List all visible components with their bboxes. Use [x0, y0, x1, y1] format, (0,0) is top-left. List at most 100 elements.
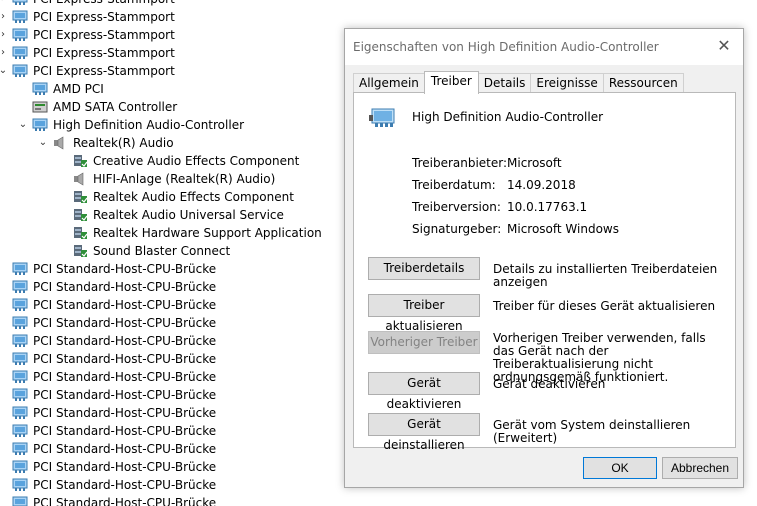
close-icon[interactable]: ✕	[711, 35, 737, 59]
tree-item-label: Realtek(R) Audio	[73, 136, 174, 150]
pci-icon	[12, 388, 28, 402]
tree-item-label: PCI Standard-Host-CPU-Brücke	[33, 262, 217, 276]
pci-icon	[12, 298, 28, 312]
tree-item[interactable]: › PCI Express-Stammport	[0, 0, 340, 8]
tree-item[interactable]: PCI Standard-Host-CPU-Brücke	[0, 422, 340, 440]
tree-item[interactable]: › PCI Express-Stammport	[0, 8, 340, 26]
driver-version-label: Treiberversion:	[412, 200, 501, 214]
tree-item[interactable]: › PCI Express-Stammport	[0, 44, 340, 62]
chevron-down-icon[interactable]: ⌄	[17, 116, 29, 134]
pci-icon	[32, 82, 48, 96]
speaker-icon	[52, 136, 68, 150]
pci-icon	[12, 64, 28, 78]
signer-label: Signaturgeber:	[412, 222, 502, 236]
tree-item[interactable]: Creative Audio Effects Component	[0, 152, 340, 170]
pci-icon	[12, 262, 28, 276]
tree-item[interactable]: PCI Standard-Host-CPU-Brücke	[0, 440, 340, 458]
tree-item[interactable]: PCI Standard-Host-CPU-Brücke	[0, 260, 340, 278]
pci-icon	[12, 10, 28, 24]
tree-item[interactable]: HIFI-Anlage (Realtek(R) Audio)	[0, 170, 340, 188]
tree-item-label: PCI Standard-Host-CPU-Brücke	[33, 478, 217, 492]
tree-item[interactable]: PCI Standard-Host-CPU-Brücke	[0, 386, 340, 404]
ok-button[interactable]: OK	[583, 457, 657, 479]
tree-item[interactable]: PCI Standard-Host-CPU-Brücke	[0, 332, 340, 350]
tree-item[interactable]: PCI Standard-Host-CPU-Brücke	[0, 494, 340, 506]
device-tree[interactable]: › PCI Express-Stammport › PCI Express-Stamm…	[0, 0, 340, 506]
tree-item-label: Sound Blaster Connect	[93, 244, 231, 258]
tab-treiber[interactable]: Treiber	[423, 71, 479, 94]
tree-item[interactable]: PCI Standard-Host-CPU-Brücke	[0, 476, 340, 494]
tree-item[interactable]: ⌄ High Definition Audio-Controller	[0, 116, 340, 134]
tree-item[interactable]: PCI Standard-Host-CPU-Brücke	[0, 404, 340, 422]
chevron-right-icon[interactable]: ›	[0, 0, 9, 8]
tree-item-label: PCI Standard-Host-CPU-Brücke	[33, 334, 217, 348]
pci-icon	[12, 46, 28, 60]
driver-details-description: Details zu installierten Treiberdateien …	[493, 262, 718, 289]
software-component-icon	[72, 190, 88, 204]
chevron-right-icon[interactable]: ›	[0, 44, 9, 62]
tree-item[interactable]: Realtek Hardware Support Application	[0, 224, 340, 242]
tree-item[interactable]: Realtek Audio Effects Component	[0, 188, 340, 206]
update-driver-button[interactable]: Treiber aktualisieren	[368, 294, 480, 333]
tree-item[interactable]: PCI Standard-Host-CPU-Brücke	[0, 368, 340, 386]
driver-tab-panel: High Definition Audio-Controller Treiber…	[353, 92, 736, 452]
pci-icon	[12, 478, 28, 492]
software-component-icon	[72, 208, 88, 222]
tree-item-label: AMD SATA Controller	[53, 100, 178, 114]
cancel-button[interactable]: Abbrechen	[662, 457, 738, 479]
tree-item[interactable]: ⌄ Realtek(R) Audio	[0, 134, 340, 152]
tree-item-label: PCI Standard-Host-CPU-Brücke	[33, 280, 217, 294]
tree-item-label: PCI Express-Stammport	[33, 10, 175, 24]
tree-item-label: PCI Standard-Host-CPU-Brücke	[33, 388, 217, 402]
properties-dialog: Eigenschaften von High Definition Audio-…	[344, 28, 744, 488]
driver-provider-label: Treiberanbieter:	[412, 156, 508, 170]
chevron-down-icon[interactable]: ⌄	[0, 62, 9, 80]
driver-version-value: 10.0.17763.1	[507, 200, 588, 214]
chevron-right-icon[interactable]: ›	[0, 26, 9, 44]
pci-icon	[12, 370, 28, 384]
tab-ressourcen[interactable]: Ressourcen	[602, 73, 684, 93]
tree-item[interactable]: PCI Standard-Host-CPU-Brücke	[0, 314, 340, 332]
chevron-right-icon[interactable]: ›	[0, 8, 9, 26]
tree-item[interactable]: PCI Standard-Host-CPU-Brücke	[0, 458, 340, 476]
tree-item-label: PCI Express-Stammport	[33, 46, 175, 60]
tree-item[interactable]: PCI Standard-Host-CPU-Brücke	[0, 350, 340, 368]
driver-provider-value: Microsoft	[507, 156, 562, 170]
tree-item-label: PCI Standard-Host-CPU-Brücke	[33, 406, 217, 420]
driver-date-value: 14.09.2018	[507, 178, 576, 192]
tab-allgemein[interactable]: Allgemein	[353, 73, 425, 93]
uninstall-device-description: Gerät vom System deinstallieren (Erweite…	[493, 418, 691, 445]
audio-controller-icon	[369, 108, 395, 127]
pci-icon	[12, 334, 28, 348]
driver-details-button[interactable]: Treiberdetails	[368, 257, 480, 280]
software-component-icon	[72, 244, 88, 258]
tree-item-label: PCI Standard-Host-CPU-Brücke	[33, 496, 217, 506]
pci-icon	[12, 28, 28, 42]
tab-bar: Allgemein Treiber Details Ereignisse Ressour…	[353, 71, 684, 94]
tree-item[interactable]: › PCI Express-Stammport	[0, 26, 340, 44]
tree-item[interactable]: AMD SATA Controller	[0, 98, 340, 116]
tree-item-label: HIFI-Anlage (Realtek(R) Audio)	[93, 172, 276, 186]
tree-item[interactable]: PCI Standard-Host-CPU-Brücke	[0, 278, 340, 296]
uninstall-device-button[interactable]: Gerät deinstallieren	[368, 413, 480, 452]
tree-item[interactable]: Realtek Audio Universal Service	[0, 206, 340, 224]
rollback-driver-button[interactable]: Vorheriger Treiber	[368, 331, 480, 354]
tree-item-label: High Definition Audio-Controller	[53, 118, 245, 132]
chevron-down-icon[interactable]: ⌄	[37, 134, 49, 152]
tree-item-label: PCI Express-Stammport	[33, 0, 175, 8]
tree-item[interactable]: ⌄ PCI Express-Stammport	[0, 62, 340, 80]
dialog-titlebar[interactable]: Eigenschaften von High Definition Audio-…	[345, 29, 743, 65]
update-driver-description: Treiber für dieses Gerät aktualisieren	[493, 299, 716, 313]
tree-item[interactable]: PCI Standard-Host-CPU-Brücke	[0, 296, 340, 314]
tab-ereignisse[interactable]: Ereignisse	[530, 73, 604, 93]
pci-icon	[12, 316, 28, 330]
tab-details[interactable]: Details	[477, 73, 532, 93]
tree-item[interactable]: Sound Blaster Connect	[0, 242, 340, 260]
tree-item-label: PCI Standard-Host-CPU-Brücke	[33, 424, 217, 438]
tree-item-label: PCI Standard-Host-CPU-Brücke	[33, 298, 217, 312]
tree-item[interactable]: AMD PCI	[0, 80, 340, 98]
disable-device-button[interactable]: Gerät deaktivieren	[368, 372, 480, 411]
tree-item-label: PCI Standard-Host-CPU-Brücke	[33, 460, 217, 474]
tree-item-label: Creative Audio Effects Component	[93, 154, 300, 168]
pci-icon	[32, 118, 48, 132]
